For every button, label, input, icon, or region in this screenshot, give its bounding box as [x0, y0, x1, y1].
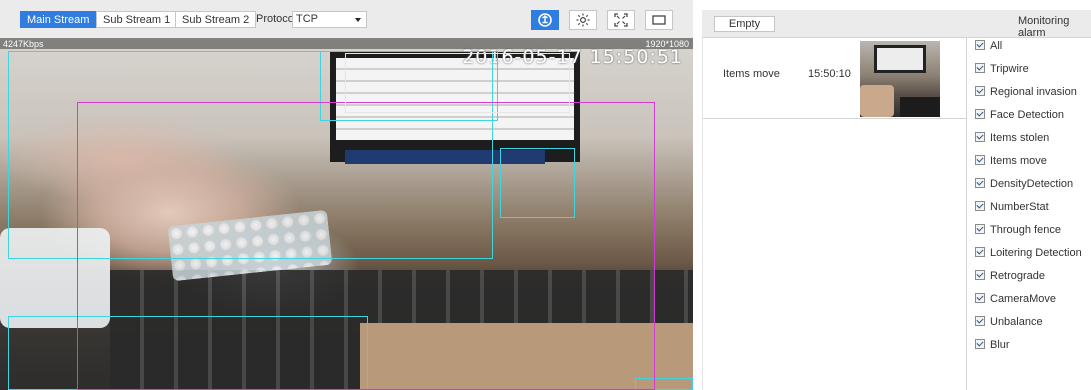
main-stream-button[interactable]: Main Stream: [20, 11, 97, 28]
rule-overlay-button[interactable]: [531, 10, 559, 30]
filter-label: Retrograde: [990, 270, 1046, 282]
checkbox-checked-icon[interactable]: [975, 247, 985, 258]
filter-face-detection[interactable]: Face Detection: [975, 108, 1064, 122]
filter-loitering-detection[interactable]: Loitering Detection: [975, 246, 1082, 260]
fullscreen-button[interactable]: [607, 10, 635, 30]
filter-blur[interactable]: Blur: [975, 338, 1010, 352]
filter-label: CameraMove: [990, 293, 1057, 305]
video-preview[interactable]: 4247Kbps 1920*1080 2016-05-17 15:50:51: [0, 38, 693, 390]
fullscreen-icon: [614, 13, 628, 27]
protocol-select[interactable]: TCP: [292, 11, 367, 28]
filter-label: Face Detection: [990, 109, 1064, 121]
filter-label: Tripwire: [990, 63, 1029, 75]
alarm-event-row[interactable]: Items move 15:50:10: [703, 38, 966, 119]
alarm-event-list: Items move 15:50:10: [702, 38, 967, 390]
alarm-snapshot-thumbnail[interactable]: [860, 41, 940, 117]
filter-label: DensityDetection: [990, 178, 1074, 190]
alarm-panel-title: Monitoring alarm: [1018, 15, 1070, 39]
protocol-value: TCP: [296, 13, 318, 25]
checkbox-checked-icon[interactable]: [975, 109, 985, 120]
empty-button[interactable]: Empty: [714, 16, 775, 32]
checkbox-checked-icon[interactable]: [975, 316, 985, 327]
filter-label: NumberStat: [990, 201, 1049, 213]
filter-label: Items stolen: [990, 132, 1050, 144]
aspect-ratio-button[interactable]: [645, 10, 673, 30]
brightness-icon: [576, 13, 590, 27]
filter-through-fence[interactable]: Through fence: [975, 223, 1061, 237]
rule-overlay-icon: [538, 13, 552, 27]
filter-label: Loitering Detection: [990, 247, 1082, 259]
filter-camera-move[interactable]: CameraMove: [975, 292, 1056, 306]
video-toolbar: Main Stream Sub Stream 1 Sub Stream 2 Pr…: [0, 0, 693, 39]
chevron-down-icon: [355, 18, 361, 22]
checkbox-checked-icon[interactable]: [975, 132, 985, 143]
checkbox-checked-icon[interactable]: [975, 63, 985, 74]
checkbox-checked-icon[interactable]: [975, 270, 985, 281]
detection-region: [77, 102, 655, 390]
checkbox-checked-icon[interactable]: [975, 40, 985, 51]
filter-all[interactable]: All: [975, 39, 1002, 53]
checkbox-checked-icon[interactable]: [975, 201, 985, 212]
checkbox-checked-icon[interactable]: [975, 224, 985, 235]
sub-stream-1-button[interactable]: Sub Stream 1: [96, 11, 178, 28]
alarm-event-time: 15:50:10: [808, 68, 851, 80]
filter-unbalance[interactable]: Unbalance: [975, 315, 1043, 329]
filter-label: Items move: [990, 155, 1047, 167]
filter-tripwire[interactable]: Tripwire: [975, 62, 1029, 76]
checkbox-checked-icon[interactable]: [975, 339, 985, 350]
filter-retrograde[interactable]: Retrograde: [975, 269, 1045, 283]
protocol-label: Protocol: [256, 13, 297, 25]
filter-density-detection[interactable]: DensityDetection: [975, 177, 1073, 191]
filter-label: Through fence: [990, 224, 1061, 236]
filter-regional-invasion[interactable]: Regional invasion: [975, 85, 1077, 99]
aspect-ratio-icon: [652, 15, 666, 25]
bitrate-readout: 4247Kbps: [3, 39, 44, 49]
brightness-button[interactable]: [569, 10, 597, 30]
alarm-event-type: Items move: [723, 68, 780, 80]
filter-number-stat[interactable]: NumberStat: [975, 200, 1049, 214]
filter-label: Blur: [990, 339, 1010, 351]
filter-label: Regional invasion: [990, 86, 1077, 98]
checkbox-checked-icon[interactable]: [975, 293, 985, 304]
filter-items-stolen[interactable]: Items stolen: [975, 131, 1049, 145]
filter-label: Unbalance: [990, 316, 1043, 328]
detection-box: [345, 53, 570, 113]
filter-label: All: [990, 40, 1003, 52]
checkbox-checked-icon[interactable]: [975, 178, 985, 189]
sub-stream-2-button[interactable]: Sub Stream 2: [175, 11, 257, 28]
checkbox-checked-icon[interactable]: [975, 155, 985, 166]
checkbox-checked-icon[interactable]: [975, 86, 985, 97]
filter-items-move[interactable]: Items move: [975, 154, 1047, 168]
